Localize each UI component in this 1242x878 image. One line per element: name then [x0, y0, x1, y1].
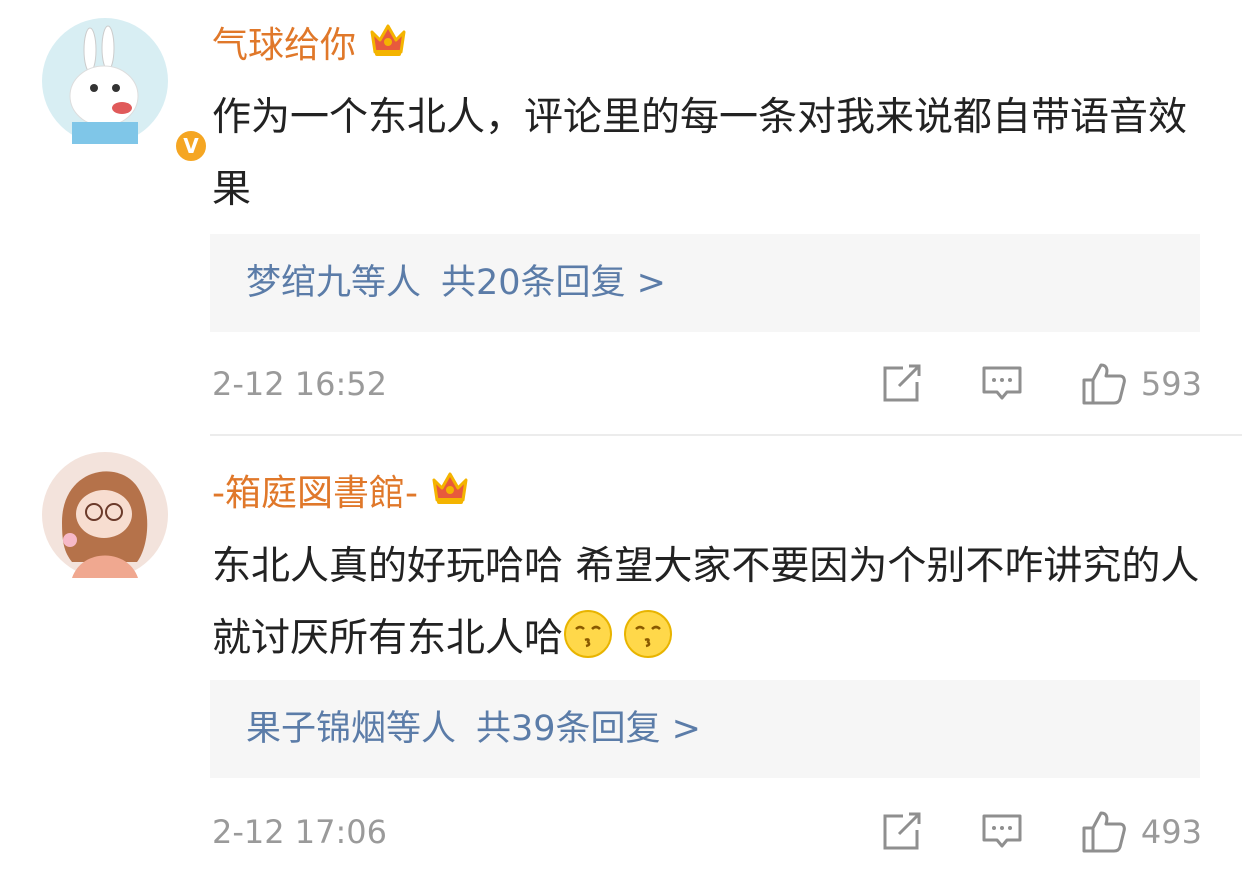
reply-names: 梦绾九等人: [246, 263, 422, 303]
comment-text: 东北人真的好玩哈哈 希望大家不要因为个别不咋讲究的人就讨厌所有东北人哈: [212, 531, 1212, 675]
username-label: 气球给你: [212, 24, 357, 66]
like-button[interactable]: 593: [1081, 354, 1202, 414]
username[interactable]: 气球给你: [212, 22, 408, 69]
comment-meta: 2-12 16:52 593: [212, 354, 1202, 414]
share-icon[interactable]: [881, 364, 923, 404]
like-button[interactable]: 493: [1081, 802, 1202, 862]
crown-badge-icon: [368, 22, 408, 69]
comment-item: V 气球给你 作为一个东北人，评论里的每一条对我来说都自带语音效果 梦绾九等人共…: [0, 0, 1242, 436]
avatar-rabbit-image: [42, 18, 168, 144]
comment-item: -箱庭図書館- 东北人真的好玩哈哈 希望大家不要因为个别不咋讲究的人就讨厌所有东…: [0, 436, 1242, 878]
avatar[interactable]: V: [42, 18, 209, 164]
like-count: 493: [1140, 813, 1202, 851]
avatar[interactable]: [42, 452, 168, 578]
timestamp: 2-12 17:06: [212, 813, 388, 851]
username-label: -箱庭図書館-: [212, 472, 418, 514]
comment-text-content: 东北人真的好玩哈哈 希望大家不要因为个别不咋讲究的人就讨厌所有东北人哈: [212, 544, 1200, 661]
crown-badge-icon: [430, 470, 470, 517]
comment-text: 作为一个东北人，评论里的每一条对我来说都自带语音效果: [212, 95, 1188, 212]
kiss-emoji-icon: [623, 609, 673, 659]
comment-meta: 2-12 17:06 493: [212, 802, 1202, 862]
kiss-emoji-icon: [563, 609, 613, 659]
share-icon[interactable]: [881, 812, 923, 852]
reply-names: 果子锦烟等人: [246, 709, 457, 749]
username[interactable]: -箱庭図書館-: [212, 470, 470, 517]
replies-preview[interactable]: 梦绾九等人 共20条回复 >: [210, 234, 1200, 332]
like-icon: [1082, 363, 1126, 405]
action-bar: 493: [881, 802, 1202, 862]
replies-preview[interactable]: 果子锦烟等人 共39条回复 >: [210, 680, 1200, 778]
reply-count-link[interactable]: 共20条回复 >: [441, 263, 666, 303]
verified-badge-icon: V: [173, 128, 209, 164]
like-icon: [1082, 811, 1126, 853]
comment-icon[interactable]: [981, 364, 1023, 404]
reply-count-link[interactable]: 共39条回复 >: [476, 709, 701, 749]
comment-icon[interactable]: [981, 812, 1023, 852]
timestamp: 2-12 16:52: [212, 365, 388, 403]
avatar-girl-image: [42, 452, 168, 578]
like-count: 593: [1140, 365, 1202, 403]
action-bar: 593: [881, 354, 1202, 414]
